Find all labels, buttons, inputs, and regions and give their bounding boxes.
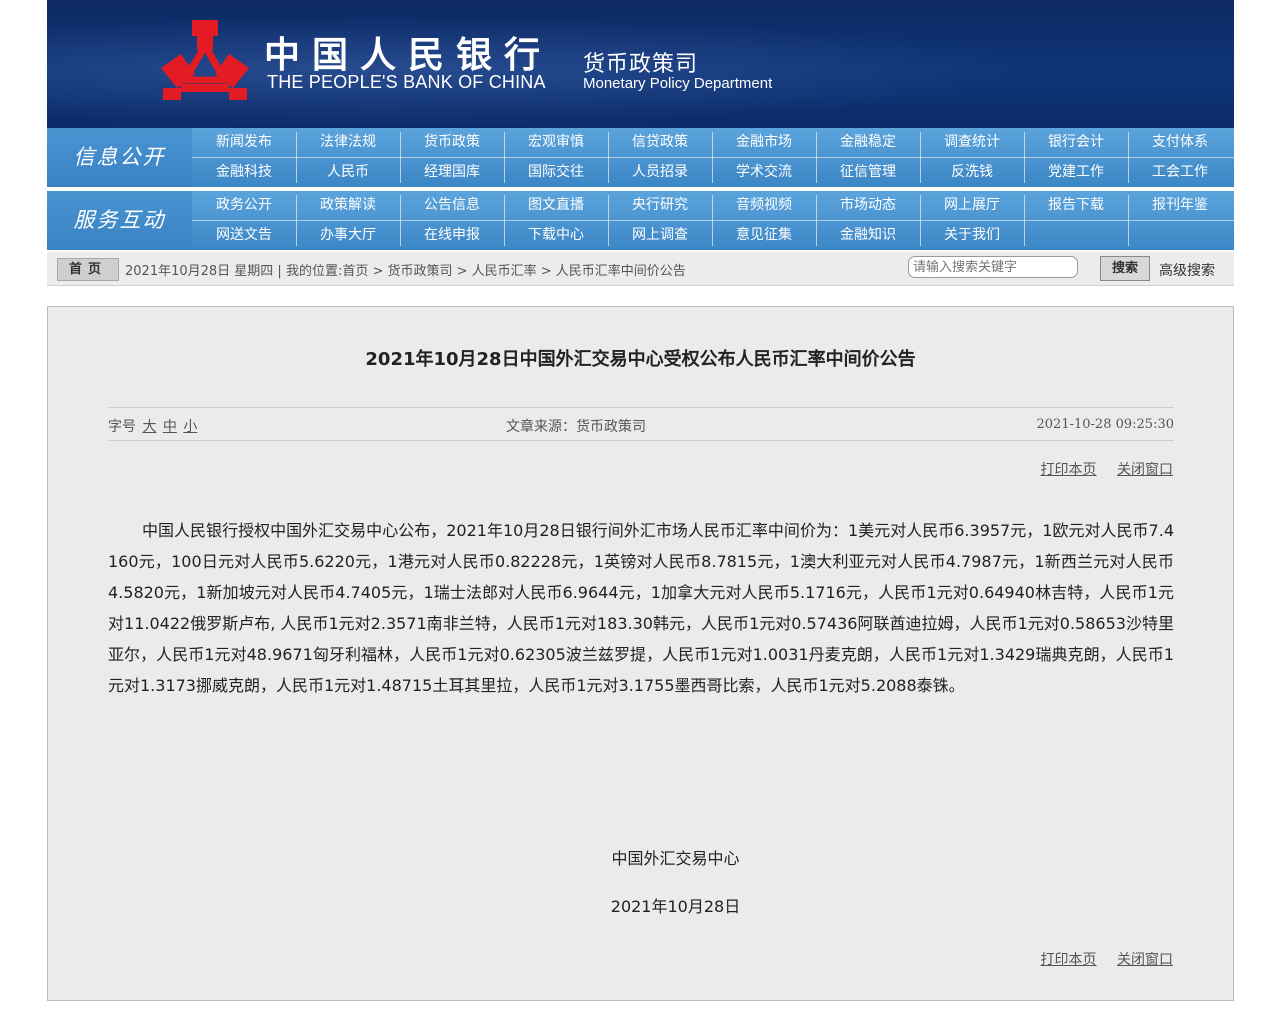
nav-item[interactable]: 在线申报 (402, 221, 502, 249)
home-button[interactable]: 首页 (57, 258, 119, 281)
nav-divider (816, 195, 817, 246)
bank-name-cn: 中国人民银行 (264, 34, 553, 76)
nav-item[interactable]: 下载中心 (506, 221, 606, 249)
nav-divider (1128, 132, 1129, 183)
nav-item[interactable]: 金融知识 (818, 221, 918, 249)
nav-group-title-service: 服务互动 (47, 191, 192, 250)
nav-item[interactable]: 报刊年鉴 (1130, 191, 1230, 219)
nav-divider (712, 132, 713, 183)
site-banner: 中国人民银行 THE PEOPLE'S BANK OF CHINA 货币政策司 … (47, 0, 1234, 128)
article-tools-bottom: 打印本页 关闭窗口 (1025, 949, 1173, 969)
nav-item[interactable]: 新闻发布 (194, 128, 294, 156)
nav-item[interactable]: 意见征集 (714, 221, 814, 249)
nav-item[interactable]: 网送文告 (194, 221, 294, 249)
nav-group-title-info: 信息公开 (47, 128, 192, 187)
nav-item[interactable]: 人民币 (298, 158, 398, 186)
signature-organization: 中国外汇交易中心 (611, 849, 740, 868)
main-navigation: 信息公开 服务互动 新闻发布 法律法规 货币政策 宏观审慎 信贷政策 金融市场 金融稳定 调查… (47, 128, 1234, 250)
nav-divider (1024, 195, 1025, 246)
nav-item[interactable]: 支付体系 (1130, 128, 1230, 156)
nav-item[interactable]: 金融市场 (714, 128, 814, 156)
nav-item[interactable]: 调查统计 (922, 128, 1022, 156)
font-size-label: 字号 (108, 419, 136, 435)
department-name-en: Monetary Policy Department (583, 75, 773, 92)
nav-item[interactable]: 报告下载 (1026, 191, 1126, 219)
nav-item[interactable]: 金融稳定 (818, 128, 918, 156)
nav-divider (296, 195, 297, 246)
nav-item[interactable]: 央行研究 (610, 191, 710, 219)
nav-divider (608, 195, 609, 246)
nav-item[interactable]: 网上展厅 (922, 191, 1022, 219)
nav-divider (400, 195, 401, 246)
nav-item[interactable]: 人员招录 (610, 158, 710, 186)
nav-item[interactable]: 反洗钱 (922, 158, 1022, 186)
nav-item[interactable]: 工会工作 (1130, 158, 1230, 186)
nav-divider (296, 132, 297, 183)
article-tools-top: 打印本页 关闭窗口 (1025, 459, 1173, 479)
nav-item[interactable]: 信贷政策 (610, 128, 710, 156)
nav-item[interactable]: 政务公开 (194, 191, 294, 219)
nav-item[interactable]: 关于我们 (922, 221, 1022, 249)
nav-item[interactable]: 法律法规 (298, 128, 398, 156)
nav-item[interactable]: 公告信息 (402, 191, 502, 219)
nav-divider (920, 195, 921, 246)
nav-item[interactable]: 党建工作 (1026, 158, 1126, 186)
nav-item[interactable]: 经理国库 (402, 158, 502, 186)
breadcrumb-bar: 首页 2021年10月28日 星期四 | 我的位置:首页 > 货币政策司 > 人… (47, 252, 1234, 286)
print-page-link[interactable]: 打印本页 (1041, 462, 1097, 478)
article-body: 中国人民银行授权中国外汇交易中心公布，2021年10月28日银行间外汇市场人民币… (108, 521, 1174, 695)
nav-item[interactable]: 网上调查 (610, 221, 710, 249)
nav-item[interactable]: 音频视频 (714, 191, 814, 219)
nav-divider (1128, 195, 1129, 246)
nav-item[interactable]: 学术交流 (714, 158, 814, 186)
print-page-link[interactable]: 打印本页 (1041, 952, 1097, 968)
nav-item[interactable]: 市场动态 (818, 191, 918, 219)
nav-divider (712, 195, 713, 246)
nav-item[interactable]: 货币政策 (402, 128, 502, 156)
nav-item[interactable]: 办事大厅 (298, 221, 398, 249)
nav-divider (400, 132, 401, 183)
nav-item[interactable]: 征信管理 (818, 158, 918, 186)
bank-name-en: THE PEOPLE'S BANK OF CHINA (267, 72, 546, 92)
nav-item[interactable]: 政策解读 (298, 191, 398, 219)
font-size-large-button[interactable]: 大 (142, 419, 156, 435)
article-container: 2021年10月28日中国外汇交易中心受权公布人民币汇率中间价公告 字号 大 中… (47, 306, 1234, 1001)
nav-item[interactable]: 国际交往 (506, 158, 606, 186)
close-window-link[interactable]: 关闭窗口 (1117, 952, 1173, 968)
nav-divider (920, 132, 921, 183)
signature-date: 2021年10月28日 (610, 897, 741, 916)
search-input[interactable] (908, 256, 1078, 278)
nav-divider (608, 132, 609, 183)
nav-item[interactable]: 金融科技 (194, 158, 294, 186)
search-button[interactable]: 搜索 (1100, 256, 1150, 281)
font-size-small-button[interactable]: 小 (183, 419, 197, 435)
advanced-search-link[interactable]: 高级搜索 (1159, 260, 1215, 280)
article-datetime: 2021-10-28 09:25:30 (1036, 417, 1174, 432)
nav-divider (504, 195, 505, 246)
article-source: 文章来源：货币政策司 (506, 419, 646, 435)
article-title: 2021年10月28日中国外汇交易中心受权公布人民币汇率中间价公告 (365, 349, 916, 370)
close-window-link[interactable]: 关闭窗口 (1117, 462, 1173, 478)
article-meta: 字号 大 中 小 文章来源：货币政策司 2021-10-28 09:25:30 (108, 407, 1174, 441)
nav-divider (816, 132, 817, 183)
nav-item[interactable]: 图文直播 (506, 191, 606, 219)
nav-item[interactable]: 银行会计 (1026, 128, 1126, 156)
pboc-logo-icon[interactable] (159, 18, 251, 102)
department-name-cn: 货币政策司 (583, 52, 699, 77)
nav-divider (1024, 132, 1025, 183)
font-size-switcher: 字号 大 中 小 (108, 416, 197, 436)
nav-item[interactable]: 宏观审慎 (506, 128, 606, 156)
nav-divider (504, 132, 505, 183)
font-size-medium-button[interactable]: 中 (163, 419, 177, 435)
breadcrumb: 2021年10月28日 星期四 | 我的位置:首页 > 货币政策司 > 人民币汇… (125, 264, 686, 279)
